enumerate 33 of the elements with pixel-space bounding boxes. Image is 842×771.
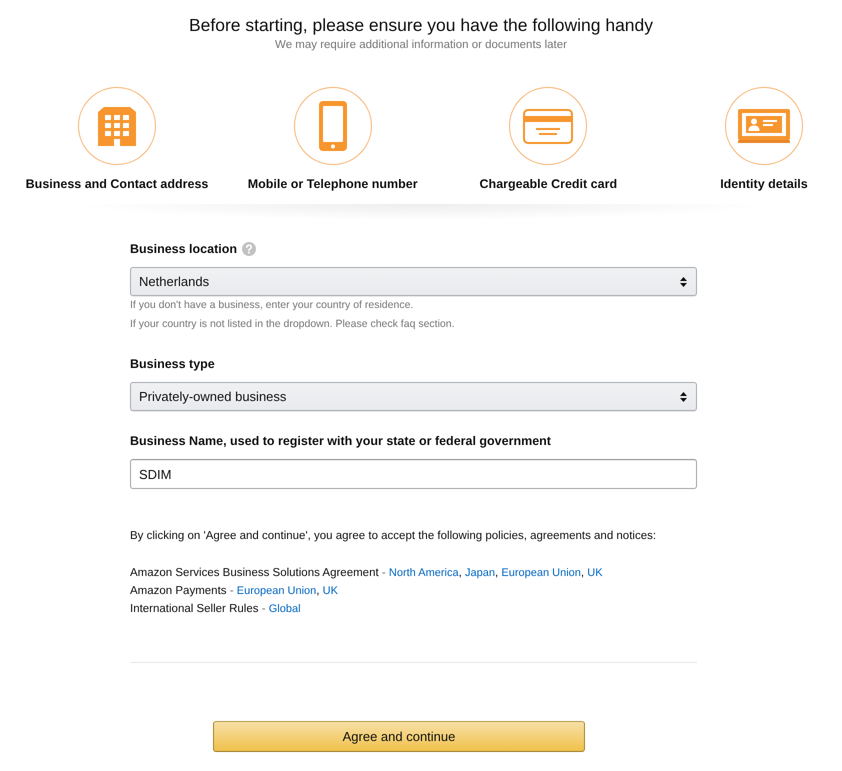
policy-text: International Seller Rules - Global	[130, 602, 302, 617]
hint-text: If your country is not listed in the dropdown. Please check faq section.	[130, 317, 456, 332]
policy-text: Amazon Services Business Solutions Agreement - North America, Japan, European Union, UK	[130, 566, 604, 581]
policy-text: Amazon Payments - European Union, UK	[130, 584, 339, 599]
policy-link[interactable]: Global	[268, 603, 301, 615]
policy-link[interactable]: UK	[587, 567, 603, 579]
requirement-label: Chargeable Credit card	[480, 176, 618, 192]
id-card-icon	[738, 109, 790, 143]
hint-text: If you don't have a business, enter your country of residence.	[130, 298, 414, 313]
policy-link[interactable]: European Union	[501, 567, 581, 579]
requirement-label: Identity details	[720, 176, 808, 192]
page-subtitle: We may require additional information or documents later	[275, 38, 567, 53]
dropdown-select[interactable]: Privately-owned business	[130, 382, 697, 411]
page-title: Before starting, please ensure you have the following handy	[188, 14, 654, 36]
text-input-field[interactable]: SDIM	[130, 459, 697, 489]
dropdown-select[interactable]: Netherlands	[130, 267, 697, 296]
requirement-label: Business and Contact address	[26, 176, 208, 192]
policy-link[interactable]: Japan	[465, 567, 495, 579]
requirement-label: Mobile or Telephone number	[248, 176, 418, 192]
field-label: Business Name, used to register with your state or federal government	[130, 433, 551, 449]
agree-button[interactable]: Agree and continue	[213, 721, 585, 752]
agreement-intro: By clicking on 'Agree and continue', you agree to accept the following policies, agreements and notices:	[130, 529, 658, 544]
dropdown-arrows-icon	[680, 276, 687, 286]
policy-link[interactable]: North America	[388, 567, 459, 579]
credit-card-icon	[523, 108, 574, 144]
dropdown-arrows-icon	[680, 392, 687, 402]
field-label: Business type	[130, 356, 215, 372]
field-label: Business location	[130, 241, 237, 257]
policy-link[interactable]: UK	[322, 585, 338, 597]
phone-icon	[318, 101, 347, 151]
policy-link[interactable]: European Union	[236, 585, 316, 597]
building-icon	[96, 106, 138, 146]
help-icon[interactable]	[242, 242, 256, 256]
